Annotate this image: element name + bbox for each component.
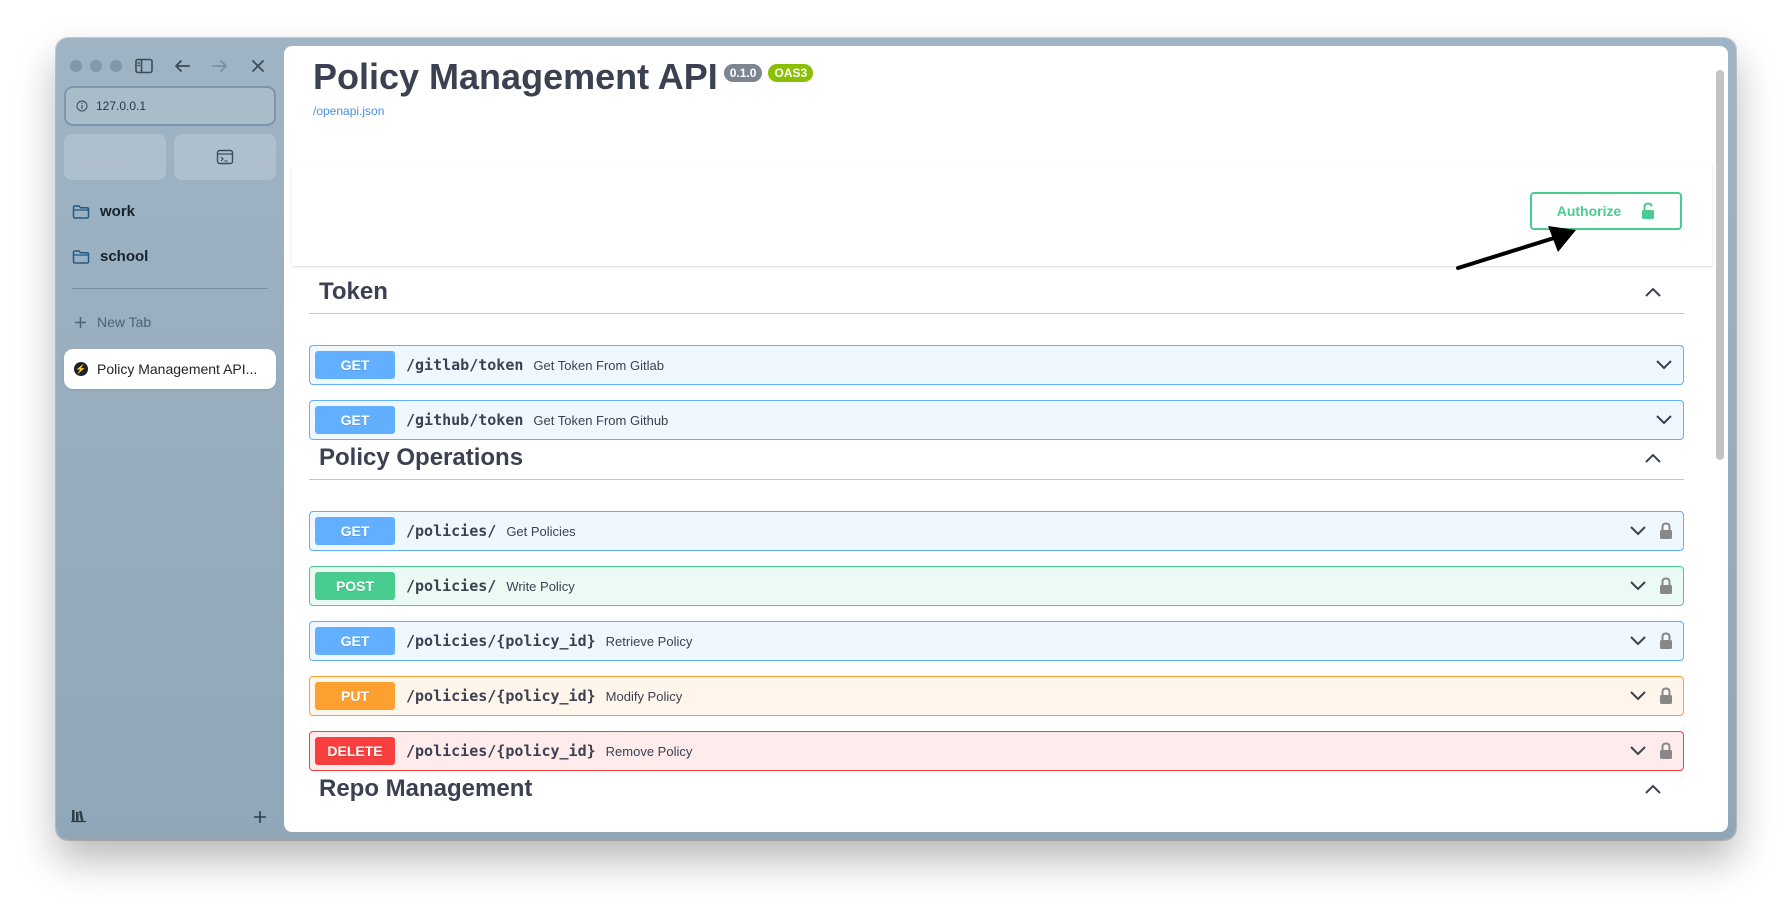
chevron-up-icon[interactable]: [1644, 286, 1662, 298]
authorize-label: Authorize: [1556, 203, 1622, 219]
chevron-down-icon[interactable]: [1629, 745, 1647, 757]
operation-path: /policies/: [406, 577, 497, 595]
operation-path: /github/token: [406, 411, 524, 429]
page-title: Policy Management API: [313, 56, 718, 97]
operation-get-policies[interactable]: GET /policies/ Get Policies: [309, 511, 1684, 551]
method-badge: GET: [315, 406, 395, 434]
section-title: Token: [319, 277, 388, 305]
library-icon[interactable]: [70, 807, 88, 828]
back-arrow-icon[interactable]: [170, 54, 194, 78]
lock-icon[interactable]: [1659, 577, 1673, 595]
operation-get-gitlab-token[interactable]: GET /gitlab/token Get Token From Gitlab: [309, 345, 1684, 385]
operation-summary: Get Policies: [506, 523, 576, 539]
browser-sidebar: 127.0.0.1 work school New Tab ⚡ Policy M…: [56, 38, 284, 840]
folder-label: work: [100, 203, 136, 220]
web-content: Policy Management API 0.1.0 OAS3 /openap…: [284, 46, 1728, 832]
chevron-down-icon[interactable]: [1629, 525, 1647, 537]
operation-get-github-token[interactable]: GET /github/token Get Token From Github: [309, 400, 1684, 440]
pinned-tile-empty[interactable]: [64, 134, 166, 180]
openapi-spec-link[interactable]: /openapi.json: [313, 104, 384, 118]
operation-path: /policies/{policy_id}: [406, 632, 596, 650]
forward-arrow-icon[interactable]: [208, 54, 232, 78]
operation-summary: Modify Policy: [605, 688, 683, 704]
pinned-tile-terminal[interactable]: [174, 134, 276, 180]
annotation-arrow: [1456, 226, 1576, 270]
site-favicon-icon: ⚡: [74, 362, 88, 376]
folder-label: school: [100, 248, 149, 265]
chevron-down-icon[interactable]: [1629, 635, 1647, 647]
chevron-down-icon[interactable]: [1629, 580, 1647, 592]
lock-icon[interactable]: [1659, 522, 1673, 540]
method-badge: GET: [315, 351, 395, 379]
operation-get-policy-by-id[interactable]: GET /policies/{policy_id} Retrieve Polic…: [309, 621, 1684, 661]
operation-summary: Get Token From Gitlab: [533, 357, 664, 373]
operation-delete-policy[interactable]: DELETE /policies/{policy_id} Remove Poli…: [309, 731, 1684, 771]
url-text: 127.0.0.1: [96, 99, 147, 113]
method-badge: PUT: [315, 682, 395, 710]
oas-badge: OAS3: [768, 64, 814, 82]
terminal-window-icon: [216, 149, 234, 165]
window-controls: [70, 60, 122, 72]
operation-summary: Retrieve Policy: [605, 633, 693, 649]
operation-summary: Get Token From Github: [533, 412, 669, 428]
new-tab-button[interactable]: New Tab: [74, 314, 151, 330]
sidebar-toolbar: [132, 54, 270, 78]
folder-school[interactable]: school: [72, 248, 148, 265]
chevron-up-icon[interactable]: [1644, 452, 1662, 464]
folder-icon: [72, 249, 90, 264]
folder-work[interactable]: work: [72, 203, 135, 220]
lock-icon[interactable]: [1659, 632, 1673, 650]
operation-summary: Remove Policy: [605, 743, 693, 759]
sidebar-divider: [72, 288, 268, 289]
section-title: Policy Operations: [319, 443, 524, 471]
url-bar[interactable]: 127.0.0.1: [64, 86, 276, 126]
lock-icon[interactable]: [1659, 742, 1673, 760]
section-title: Repo Management: [319, 775, 533, 802]
browser-window: 127.0.0.1 work school New Tab ⚡ Policy M…: [56, 38, 1736, 840]
info-icon: [76, 100, 88, 112]
lock-icon[interactable]: [1659, 687, 1673, 705]
method-badge: DELETE: [315, 737, 395, 765]
operation-path: /policies/{policy_id}: [406, 687, 596, 705]
section-policy-operations[interactable]: Policy Operations: [309, 436, 1684, 480]
operation-path: /gitlab/token: [406, 356, 524, 374]
add-icon[interactable]: [252, 808, 268, 828]
active-tab-label: Policy Management API...: [97, 361, 258, 377]
operation-summary: Write Policy: [506, 578, 575, 594]
pinned-tiles: [64, 134, 276, 180]
plus-icon: [75, 316, 86, 328]
chevron-down-icon[interactable]: [1629, 690, 1647, 702]
scrollbar[interactable]: [1716, 70, 1724, 460]
sidebar-toggle-icon[interactable]: [132, 54, 156, 78]
chevron-down-icon[interactable]: [1655, 414, 1673, 426]
operation-put-policy[interactable]: PUT /policies/{policy_id} Modify Policy: [309, 676, 1684, 716]
method-badge: POST: [315, 572, 395, 600]
chevron-up-icon[interactable]: [1644, 783, 1662, 795]
section-token[interactable]: Token: [309, 270, 1684, 314]
zoom-window-button[interactable]: [110, 60, 122, 72]
new-tab-label: New Tab: [97, 314, 152, 330]
minimize-window-button[interactable]: [90, 60, 102, 72]
unlocked-lock-icon: [1642, 202, 1655, 219]
method-badge: GET: [315, 627, 395, 655]
method-badge: GET: [315, 517, 395, 545]
chevron-down-icon[interactable]: [1655, 359, 1673, 371]
close-window-button[interactable]: [70, 60, 82, 72]
operation-path: /policies/: [406, 522, 497, 540]
version-badge: 0.1.0: [723, 64, 763, 82]
operation-path: /policies/{policy_id}: [406, 742, 596, 760]
operation-post-policies[interactable]: POST /policies/ Write Policy: [309, 566, 1684, 606]
folder-icon: [72, 204, 90, 219]
section-repo-management[interactable]: Repo Management: [309, 767, 1684, 811]
close-icon[interactable]: [246, 54, 270, 78]
active-tab[interactable]: ⚡ Policy Management API...: [64, 349, 276, 389]
api-header: Policy Management API 0.1.0 OAS3: [313, 56, 814, 98]
